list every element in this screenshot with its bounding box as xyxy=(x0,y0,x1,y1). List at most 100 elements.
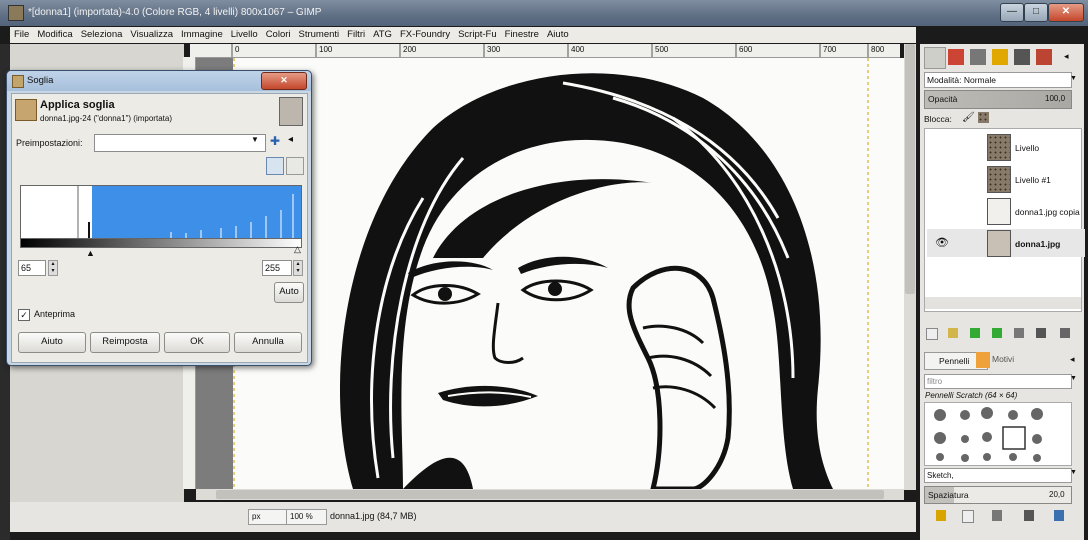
preview-label: Anteprima xyxy=(34,309,76,319)
menu-script-fu[interactable]: Script-Fu xyxy=(454,27,501,40)
layer-row[interactable]: Livello #1 xyxy=(927,165,1085,193)
layer-thumbnail xyxy=(987,198,1011,225)
layers-list[interactable]: Livello Livello #1 donna1.jpg copia 👁 do… xyxy=(924,128,1085,312)
paths-tab-icon[interactable] xyxy=(970,49,986,65)
high-threshold-stepper[interactable]: ▴ ▾ xyxy=(293,260,303,276)
reset-button[interactable]: Reimposta xyxy=(90,332,160,353)
refresh-brushes-icon[interactable] xyxy=(1054,510,1064,521)
low-threshold-input[interactable]: 65 xyxy=(18,260,46,276)
menu-colori[interactable]: Colori xyxy=(262,27,295,40)
dialog-titlebar[interactable]: Soglia ✕ xyxy=(7,71,311,91)
menu-visualizza[interactable]: Visualizza xyxy=(126,27,177,40)
vertical-scrollbar-thumb[interactable] xyxy=(905,44,915,294)
help-button[interactable]: Aiuto xyxy=(18,332,86,353)
opacity-slider[interactable]: Opacità 100,0 xyxy=(924,90,1072,109)
window-titlebar[interactable]: *[donna1] (importata)-4.0 (Colore RGB, 4… xyxy=(0,0,1088,26)
zoom-select[interactable]: 100 % xyxy=(286,509,327,525)
channels-tab-icon[interactable] xyxy=(948,49,964,65)
image-content xyxy=(233,58,904,489)
presets-combo[interactable] xyxy=(94,134,266,152)
menu-atg[interactable]: ATG xyxy=(369,27,396,40)
brush-filter-input[interactable]: filtro xyxy=(924,374,1072,389)
maximize-button[interactable]: □ xyxy=(1024,3,1048,22)
auto-button[interactable]: Auto xyxy=(274,282,304,303)
statusbar: px 100 % donna1.jpg (84,7 MB) xyxy=(10,502,916,532)
mode-select[interactable]: Modalità: Normale xyxy=(924,72,1072,88)
presets-label: Preimpostazioni: xyxy=(16,138,83,148)
menu-immagine[interactable]: Immagine xyxy=(177,27,227,40)
close-button[interactable]: ✕ xyxy=(1048,3,1084,22)
unit-select[interactable]: px xyxy=(248,509,287,525)
delete-layer-icon[interactable] xyxy=(1060,328,1070,338)
linear-histogram-icon[interactable] xyxy=(266,157,284,175)
tab-motivi[interactable]: Motivi xyxy=(992,354,1014,364)
layer-row-selected[interactable]: 👁 donna1.jpg xyxy=(927,229,1085,257)
ruler-label: 300 xyxy=(487,45,501,54)
low-threshold-handle[interactable]: ▲ xyxy=(86,248,95,258)
menu-strumenti[interactable]: Strumenti xyxy=(295,27,344,40)
preset-menu-icon[interactable]: ◂ xyxy=(288,134,293,145)
ruler-label: 600 xyxy=(739,45,753,54)
menu-livello[interactable]: Livello xyxy=(227,27,262,40)
vertical-scrollbar[interactable] xyxy=(904,44,916,490)
chevron-down-icon[interactable]: ▼ xyxy=(251,135,259,144)
low-threshold-stepper[interactable]: ▴ ▾ xyxy=(48,260,58,276)
horizontal-scrollbar-thumb[interactable] xyxy=(216,490,884,499)
menu-filtri[interactable]: Filtri xyxy=(343,27,369,40)
menu-modifica[interactable]: Modifica xyxy=(33,27,76,40)
edit-brush-icon[interactable] xyxy=(936,510,946,521)
histogram[interactable] xyxy=(20,185,302,239)
menu-fx-foundry[interactable]: FX-Foundry xyxy=(396,27,454,40)
chevron-down-icon[interactable]: ▼ xyxy=(1070,375,1077,382)
colors-tab-icon[interactable] xyxy=(1036,49,1052,65)
anchor-layer-icon[interactable] xyxy=(1036,328,1046,338)
layer-row[interactable]: Livello xyxy=(927,133,1085,161)
lock-label: Blocca: xyxy=(924,114,952,124)
high-threshold-input[interactable]: 255 xyxy=(262,260,292,276)
preview-checkbox[interactable]: ✓ xyxy=(18,309,30,321)
dialog-heading: Applica soglia xyxy=(40,99,115,111)
raise-layer-icon[interactable] xyxy=(970,328,980,338)
dialog-close-button[interactable]: ✕ xyxy=(261,72,307,90)
layer-name: donna1.jpg xyxy=(1015,239,1061,249)
pattern-tab-icon[interactable] xyxy=(976,352,990,368)
pointer-tab-icon[interactable] xyxy=(1014,49,1030,65)
brush-lock-icon[interactable]: 🖌 xyxy=(962,112,975,123)
brush-grid[interactable] xyxy=(924,402,1072,466)
window-title: *[donna1] (importata)-4.0 (Colore RGB, 4… xyxy=(28,7,322,18)
duplicate-brush-icon[interactable] xyxy=(992,510,1002,521)
delete-brush-icon[interactable] xyxy=(1024,510,1034,521)
add-preset-icon[interactable]: ✚ xyxy=(270,134,280,148)
eye-icon[interactable]: 👁 xyxy=(935,236,949,249)
duplicate-layer-icon[interactable] xyxy=(1014,328,1024,338)
minimize-button[interactable]: — xyxy=(1000,3,1024,22)
menu-file[interactable]: File xyxy=(10,27,33,40)
layer-actions-bar xyxy=(926,328,1076,340)
layer-row[interactable]: donna1.jpg copia xyxy=(927,197,1085,225)
menu-aiuto[interactable]: Aiuto xyxy=(543,27,573,40)
brushes-menu-icon[interactable]: ◂ xyxy=(1070,354,1075,365)
lower-layer-icon[interactable] xyxy=(992,328,1002,338)
layers-hscrollbar[interactable] xyxy=(925,297,1081,309)
brush-tag-input[interactable]: Sketch, xyxy=(924,468,1072,483)
undo-tab-icon[interactable] xyxy=(992,49,1008,65)
spacing-slider[interactable]: Spaziatura 20,0 xyxy=(924,486,1072,504)
layer-thumbnail xyxy=(987,166,1011,193)
menu-seleziona[interactable]: Seleziona xyxy=(77,27,127,40)
high-threshold-handle[interactable]: △ xyxy=(294,244,301,255)
ruler-ticks xyxy=(231,44,869,57)
chevron-down-icon[interactable]: ▼ xyxy=(1070,469,1077,476)
chevron-down-icon[interactable]: ▼ xyxy=(1070,72,1080,86)
ok-button[interactable]: OK xyxy=(164,332,230,353)
cancel-button[interactable]: Annulla xyxy=(234,332,302,353)
ruler-label: 700 xyxy=(823,45,837,54)
new-group-icon[interactable] xyxy=(948,328,958,338)
layers-tab-icon[interactable] xyxy=(924,47,946,69)
new-brush-icon[interactable] xyxy=(962,510,974,523)
menu-finestre[interactable]: Finestre xyxy=(501,27,543,40)
dock-menu-icon[interactable]: ◂ xyxy=(1064,51,1069,62)
horizontal-scrollbar[interactable] xyxy=(196,489,904,500)
log-histogram-icon[interactable] xyxy=(286,157,304,175)
new-layer-icon[interactable] xyxy=(926,328,938,340)
alpha-lock-icon[interactable] xyxy=(978,112,989,123)
